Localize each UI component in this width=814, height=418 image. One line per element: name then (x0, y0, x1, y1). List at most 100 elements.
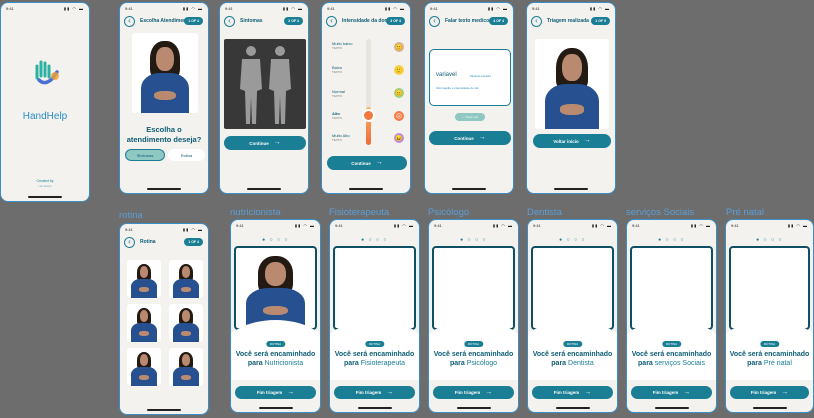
routine-option-5[interactable] (127, 348, 161, 386)
label-servicos-sociais: serviços Sociais (626, 207, 695, 218)
forward-text: Você será encaminhado para serviços Socia… (631, 351, 712, 367)
page-dots: ● ○ ○ ○ (460, 237, 487, 243)
step-badge: 3 OF 4 (386, 17, 405, 25)
arrow-right-icon: → (478, 134, 486, 141)
arrow-right-icon: → (583, 137, 591, 144)
category-pill: ROTINA (661, 341, 682, 347)
option-sintomas[interactable]: Sintomas (125, 149, 165, 161)
category-pill: ROTINA (364, 341, 385, 347)
routine-option-3[interactable] (127, 304, 161, 342)
label-dentista: Dentista (527, 207, 562, 218)
step-badge: 1 OF 4 (184, 17, 203, 25)
play-voice-button[interactable]: ♪ Ouvir voz (455, 113, 485, 121)
app-name: HandHelp (22, 111, 68, 122)
sign-language-video (535, 39, 609, 129)
level-muito-alto[interactable]: Muito Alto TEXTO (332, 133, 350, 142)
option-rotina[interactable]: Rotina (168, 149, 205, 161)
continue-button[interactable]: Continue → (327, 156, 407, 170)
end-triage-button[interactable]: Fim triagem → (631, 386, 712, 399)
interpreter-figure (169, 348, 203, 386)
forward-text: Você será encaminhado para Fisioterapeuta (334, 351, 415, 367)
home-indicator (147, 409, 181, 411)
label-pre-natal: Pré natal (726, 207, 765, 218)
video-frame (630, 246, 713, 330)
home-indicator (456, 407, 491, 409)
interpreter-figure (236, 248, 315, 328)
interpreter-figure (127, 260, 161, 298)
variable-word: variavel (436, 72, 457, 78)
back-button[interactable]: ‹ (124, 16, 135, 27)
pain-intensity-screen: 9:41 ▮▮ ◠ ▬ ‹ Intensidade da dor 3 OF 4 M… (321, 2, 411, 194)
slider-thumb[interactable] (362, 109, 375, 122)
continue-button[interactable]: Continue → (429, 131, 511, 145)
routine-option-4[interactable] (169, 304, 203, 342)
back-button[interactable]: ‹ (429, 16, 440, 27)
level-baixo[interactable]: Baixo TEXTO (332, 65, 342, 74)
end-triage-button[interactable]: Fim triagem → (235, 386, 316, 399)
text-card: variavel Variável extraída Informação e … (429, 49, 511, 106)
home-indicator (555, 407, 590, 409)
level-muito-baixo[interactable]: Muito baixo TEXTO (332, 41, 352, 50)
triage-done-screen: 9:41 ▮▮ ◠ ▬ ‹ Triagem realizada 1 OF 5 Vo… (526, 2, 616, 194)
destination: serviços Sociais (654, 360, 705, 367)
page-dots: ● ○ ○ ○ (559, 237, 586, 243)
end-triage-button[interactable]: Fim triagem → (532, 386, 613, 399)
level-normal[interactable]: Normal TEXTO (332, 89, 345, 98)
back-button[interactable]: ‹ (531, 16, 542, 27)
routine-option-1[interactable] (127, 260, 161, 298)
forward-text: Você será encaminhado para Nutricionista (235, 351, 316, 367)
continue-button[interactable]: Continue → (224, 136, 306, 150)
screen-title: Sintomas (240, 18, 263, 24)
choose-service-screen: 9:41 ▮▮ ◠ ▬ ‹ Escolha Atendimento 1 OF 4 … (119, 2, 209, 194)
back-to-start-button[interactable]: Voltar início → (533, 134, 611, 148)
step-badge: 1 OF 4 (184, 238, 203, 246)
interpreter-figure (127, 348, 161, 386)
end-triage-button[interactable]: Fim triagem → (730, 386, 809, 399)
back-button[interactable]: ‹ (124, 237, 135, 248)
home-indicator (28, 196, 62, 198)
video-frame (333, 246, 416, 330)
arrow-right-icon: → (485, 388, 493, 396)
screen-title: Intensidade da dor (342, 18, 387, 24)
status-bar: 9:41 ▮▮ ◠ ▬ (225, 6, 303, 11)
page-dots: ● ○ ○ ○ (658, 237, 685, 243)
body-model-image[interactable] (224, 39, 306, 129)
arrow-right-icon: → (287, 388, 295, 396)
status-bar: 9:41 ▮▮ ◠ ▬ (532, 6, 610, 11)
label-nutricionista: nutricionista (230, 207, 281, 218)
interpreter-figure (169, 304, 203, 342)
result-nutricionista: 9:41 ▮▮ ◠ ▬ ● ○ ○ ○ ROTINA Você será enca… (230, 219, 321, 413)
routine-screen: 9:41 ▮▮ ◠ ▬ ‹ Rotina 1 OF 4 (119, 223, 209, 415)
back-button[interactable]: ‹ (224, 16, 235, 27)
step-badge: 2 OF 4 (284, 17, 303, 25)
result-pre-natal: 9:41 ▮▮ ◠ ▬ ● ○ ○ ○ ROTINA Você será enca… (725, 219, 814, 413)
splash-screen: 9:41 ▮▮ ◠ ▬ HandHelp Created by HandHelp (0, 2, 90, 202)
neutral-face-icon: 😐 (394, 42, 404, 52)
screen-title: Escolha Atendimento (140, 18, 191, 24)
speak-text-screen: 9:41 ▮▮ ◠ ▬ ‹ Falar texto medico 4 OF 4 v… (424, 2, 514, 194)
level-alto[interactable]: Alto TEXTO (332, 111, 342, 120)
interpreter-figure (132, 33, 198, 113)
body-anatomy-icon (240, 46, 291, 124)
end-triage-button[interactable]: Fim triagem → (334, 386, 415, 399)
home-indicator (654, 407, 689, 409)
category-pill: ROTINA (759, 341, 780, 347)
category-pill: ROTINA (562, 341, 583, 347)
credit-name: HandHelp (38, 184, 52, 188)
routine-option-6[interactable] (169, 348, 203, 386)
back-button[interactable]: ‹ (326, 16, 337, 27)
arrow-right-icon: → (781, 388, 789, 396)
destination: Dentista (568, 360, 594, 367)
category-pill: ROTINA (265, 341, 286, 347)
pain-slider[interactable] (362, 39, 375, 145)
destination: Nutricionista (264, 360, 304, 367)
home-indicator (452, 188, 486, 190)
screen-title: Rotina (140, 239, 156, 245)
destination: Psicólogo (466, 360, 498, 367)
arrow-right-icon: → (584, 388, 592, 396)
end-triage-button[interactable]: Fim triagem → (433, 386, 514, 399)
home-indicator (554, 188, 588, 190)
page-dots: ● ○ ○ ○ (262, 237, 289, 243)
routine-option-2[interactable] (169, 260, 203, 298)
handhelp-logo-icon (35, 60, 59, 85)
